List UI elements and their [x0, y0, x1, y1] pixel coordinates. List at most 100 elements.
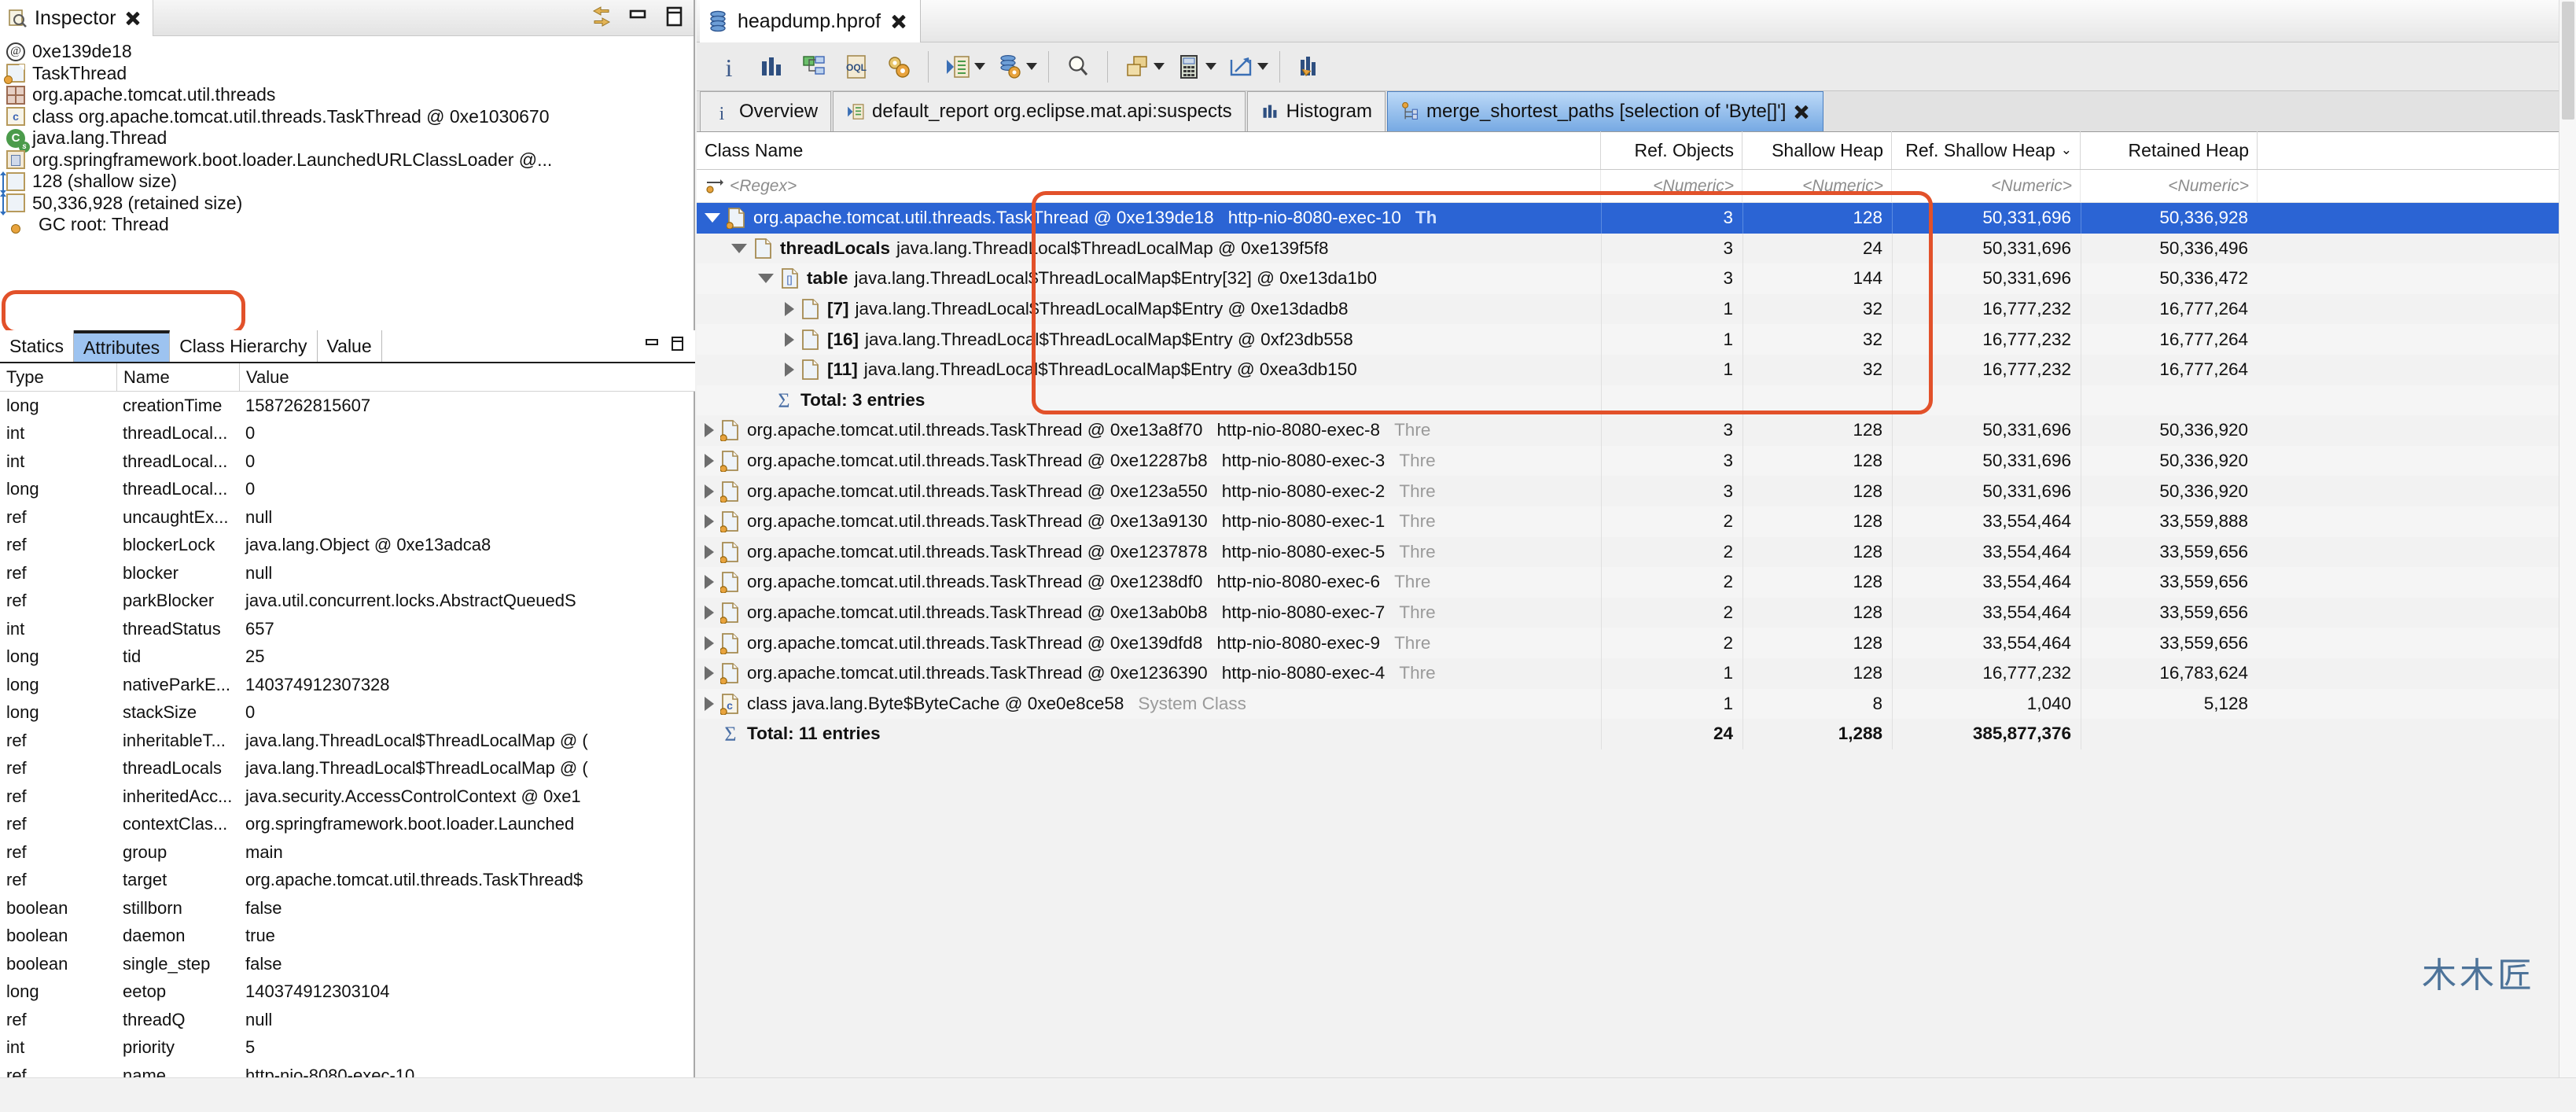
- attribute-row[interactable]: ref uncaughtEx... null: [0, 503, 695, 532]
- open-report-button[interactable]: [937, 48, 979, 86]
- table-row[interactable]: [] table java.lang.ThreadLocal$ThreadLocal…: [697, 263, 2576, 294]
- chevron-right-icon[interactable]: [705, 635, 714, 650]
- overview-button[interactable]: i: [708, 48, 750, 86]
- table-row[interactable]: org.apache.tomcat.util.threads.TaskThrea…: [697, 536, 2576, 568]
- chevron-right-icon[interactable]: [705, 484, 714, 499]
- table-row[interactable]: org.apache.tomcat.util.threads.TaskThrea…: [697, 476, 2576, 506]
- table-row[interactable]: org.apache.tomcat.util.threads.TaskThrea…: [697, 597, 2576, 628]
- attribute-row[interactable]: ref blockerLock java.lang.Object @ 0xe13ad…: [0, 532, 695, 560]
- chevron-right-icon[interactable]: [705, 544, 714, 559]
- column-header-type[interactable]: Type: [0, 367, 116, 388]
- chevron-right-icon[interactable]: [705, 575, 714, 590]
- table-row[interactable]: [16] java.lang.ThreadLocal$ThreadLocalMap…: [697, 324, 2576, 355]
- link-with-editor-icon[interactable]: [590, 5, 613, 28]
- inspector-row-class[interactable]: c class org.apache.tomcat.util.threads.T…: [0, 106, 694, 128]
- tab-merge-shortest-paths[interactable]: merge_shortest_paths [selection of 'Byte…: [1386, 91, 1824, 131]
- table-row[interactable]: org.apache.tomcat.util.threads.TaskThrea…: [697, 506, 2576, 537]
- compare-button[interactable]: [1288, 48, 1330, 86]
- tab-overview[interactable]: i Overview: [700, 91, 832, 131]
- attribute-row[interactable]: long nativeParkE... 140374912307328: [0, 671, 695, 699]
- numeric-filter-input[interactable]: <Numeric>: [2081, 169, 2258, 203]
- attribute-row[interactable]: ref contextClas... org.springframework.boo…: [0, 811, 695, 839]
- chevron-down-icon[interactable]: [731, 243, 747, 253]
- attribute-row[interactable]: long stackSize 0: [0, 699, 695, 727]
- column-header-shallow-heap[interactable]: Shallow Heap: [1742, 131, 1892, 169]
- column-header-ref-objects[interactable]: Ref. Objects: [1601, 131, 1742, 169]
- attribute-row[interactable]: int threadLocal... 0: [0, 447, 695, 476]
- histogram-button[interactable]: [750, 48, 793, 86]
- chevron-down-icon[interactable]: [758, 274, 774, 284]
- chevron-down-icon[interactable]: [705, 213, 720, 223]
- column-header-retained-heap[interactable]: Retained Heap: [2081, 131, 2258, 169]
- run-expert-system-test-button[interactable]: [878, 48, 920, 86]
- oql-button[interactable]: OQL: [835, 48, 878, 86]
- column-header-value[interactable]: Value: [239, 363, 695, 391]
- minimize-icon[interactable]: [643, 335, 661, 352]
- numeric-filter-input[interactable]: <Numeric>: [1742, 169, 1892, 203]
- find-button[interactable]: [1057, 48, 1099, 86]
- attribute-row[interactable]: ref parkBlocker java.util.concurrent.locks…: [0, 587, 695, 616]
- tab-statics[interactable]: Statics: [0, 330, 75, 362]
- attribute-row[interactable]: long threadLocal... 0: [0, 476, 695, 504]
- tab-class-hierarchy[interactable]: Class Hierarchy: [170, 330, 318, 362]
- attribute-row[interactable]: boolean stillborn false: [0, 894, 695, 922]
- inspector-row-superclass[interactable]: Cs java.lang.Thread: [0, 127, 694, 153]
- table-row[interactable]: org.apache.tomcat.util.threads.TaskThrea…: [697, 203, 2576, 234]
- attribute-row[interactable]: ref group main: [0, 838, 695, 867]
- inspector-tab[interactable]: Inspector: [0, 0, 153, 36]
- chevron-right-icon[interactable]: [785, 363, 794, 377]
- scrollbar-thumb[interactable]: [2562, 2, 2574, 120]
- attribute-row[interactable]: boolean daemon true: [0, 922, 695, 951]
- query-browser-button[interactable]: [988, 48, 1031, 86]
- tab-attributes[interactable]: Attributes: [74, 330, 171, 362]
- tab-value[interactable]: Value: [318, 330, 382, 362]
- chevron-right-icon[interactable]: [705, 454, 714, 469]
- chevron-right-icon[interactable]: [785, 302, 794, 317]
- close-icon[interactable]: [124, 9, 142, 27]
- table-row[interactable]: [11] java.lang.ThreadLocal$ThreadLocalMap…: [697, 354, 2576, 385]
- chevron-right-icon[interactable]: [705, 606, 714, 620]
- attribute-row[interactable]: ref inheritedAcc... java.security.AccessCo…: [0, 782, 695, 811]
- tab-histogram[interactable]: Histogram: [1246, 91, 1386, 131]
- table-row[interactable]: org.apache.tomcat.util.threads.TaskThrea…: [697, 445, 2576, 477]
- attribute-row[interactable]: ref inheritableT... java.lang.ThreadLocal$…: [0, 727, 695, 755]
- dominator-tree-button[interactable]: [793, 48, 835, 86]
- maximize-icon[interactable]: [662, 5, 686, 28]
- table-row[interactable]: org.apache.tomcat.util.threads.TaskThrea…: [697, 415, 2576, 446]
- attribute-row[interactable]: ref target org.apache.tomcat.util.threads.…: [0, 867, 695, 895]
- numeric-filter-input[interactable]: <Numeric>: [1601, 169, 1742, 203]
- table-row[interactable]: c class java.lang.Byte$ByteCache @ 0xe0e8…: [697, 688, 2576, 720]
- chevron-right-icon[interactable]: [785, 332, 794, 347]
- calculate-retained-size-button[interactable]: [1168, 48, 1210, 86]
- attribute-row[interactable]: long creationTime 1587262815607: [0, 392, 695, 420]
- inspector-row-classname[interactable]: TaskThread: [0, 63, 694, 85]
- attribute-row[interactable]: long eetop 140374912303104: [0, 978, 695, 1007]
- inspector-row-package[interactable]: org.apache.tomcat.util.threads: [0, 84, 694, 106]
- table-row[interactable]: Σ Total: 11 entries 24 1,288 385,877,376: [697, 719, 2576, 749]
- attribute-row[interactable]: ref blocker null: [0, 559, 695, 587]
- numeric-filter-input[interactable]: <Numeric>: [1892, 169, 2081, 203]
- column-header-class-name[interactable]: Class Name: [697, 131, 1601, 169]
- editor-tab-heapdump[interactable]: heapdump.hprof: [700, 0, 922, 42]
- inspector-row-classloader[interactable]: org.springframework.boot.loader.Launched…: [0, 149, 694, 171]
- chevron-right-icon[interactable]: [705, 666, 714, 681]
- table-row[interactable]: org.apache.tomcat.util.threads.TaskThrea…: [697, 657, 2576, 689]
- column-header-ref-shallow-heap[interactable]: Ref. Shallow Heap ⌄: [1892, 131, 2081, 169]
- inspector-row-gc-root[interactable]: GC root: Thread: [0, 214, 694, 236]
- regex-filter-input[interactable]: <Regex>: [697, 169, 1601, 203]
- chevron-right-icon[interactable]: [705, 423, 714, 438]
- inspector-row-retained-size[interactable]: 50,336,928 (retained size): [0, 193, 694, 216]
- chevron-right-icon[interactable]: [705, 514, 714, 529]
- table-row[interactable]: threadLocals java.lang.ThreadLocal$Thread…: [697, 233, 2576, 264]
- attribute-row[interactable]: ref threadLocals java.lang.ThreadLocal$Thr…: [0, 755, 695, 783]
- attribute-row[interactable]: int threadLocal... 0: [0, 420, 695, 448]
- inspector-row-shallow-size[interactable]: 128 (shallow size): [0, 171, 694, 194]
- maximize-icon[interactable]: [668, 335, 686, 352]
- close-icon[interactable]: [1793, 103, 1810, 120]
- attribute-row[interactable]: ref threadQ null: [0, 1006, 695, 1034]
- attribute-row[interactable]: int priority 5: [0, 1034, 695, 1062]
- vertical-scrollbar[interactable]: [2559, 0, 2576, 1112]
- attribute-row[interactable]: long tid 25: [0, 643, 695, 672]
- close-icon[interactable]: [890, 13, 907, 30]
- chevron-right-icon[interactable]: [705, 696, 714, 711]
